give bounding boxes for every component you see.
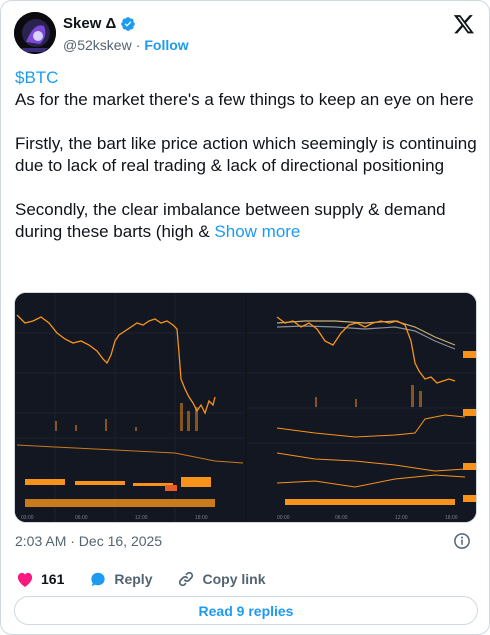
svg-text:03:00: 03:00 xyxy=(21,515,34,521)
x-logo-icon[interactable] xyxy=(453,13,475,35)
svg-text:18:00: 18:00 xyxy=(445,515,458,521)
svg-text:12:00: 12:00 xyxy=(135,515,148,521)
like-count: 161 xyxy=(41,571,65,587)
trading-chart-screenshot: 03:00 06:00 12:00 18:00 00:00 06:00 12:00 1 xyxy=(15,293,476,522)
read-replies-label: Read 9 replies xyxy=(198,602,294,619)
svg-text:00:00: 00:00 xyxy=(277,515,290,521)
copy-link-label: Copy link xyxy=(202,571,266,587)
svg-text:06:00: 06:00 xyxy=(335,515,348,521)
svg-text:18:00: 18:00 xyxy=(195,515,208,521)
svg-text:12:00: 12:00 xyxy=(395,515,408,521)
author-name-row: Skew Δ xyxy=(63,15,136,32)
tweet-paragraph-2: Firstly, the bart like price action whic… xyxy=(15,134,477,175)
author-name[interactable]: Skew Δ xyxy=(63,15,116,32)
author-handle[interactable]: @52kskew xyxy=(63,37,132,53)
reply-bubble-icon xyxy=(91,572,106,587)
heart-icon xyxy=(17,572,33,587)
svg-text:06:00: 06:00 xyxy=(75,515,88,521)
link-icon xyxy=(179,571,194,587)
handle-separator: · xyxy=(135,37,141,53)
avatar-image xyxy=(14,12,56,54)
tweet-media-chart-image[interactable]: 03:00 06:00 12:00 18:00 00:00 06:00 12:00 1 xyxy=(14,292,477,523)
cashtag-link[interactable]: $BTC xyxy=(15,68,58,87)
tweet-timestamp[interactable]: 2:03 AM · Dec 16, 2025 xyxy=(15,533,162,549)
avatar[interactable] xyxy=(14,12,56,54)
tweet-actions: 161 Reply Copy link xyxy=(15,569,290,589)
reply-label: Reply xyxy=(114,571,153,587)
like-button[interactable]: 161 xyxy=(15,569,64,589)
tweet-text: $BTC As for the market there's a few thi… xyxy=(15,67,483,243)
reply-button[interactable]: Reply xyxy=(88,569,152,589)
show-more-link[interactable]: Show more xyxy=(214,222,300,241)
tweet-line-1: As for the market there's a few things t… xyxy=(15,90,474,109)
author-handle-row: @52kskew · Follow xyxy=(63,37,189,53)
follow-button[interactable]: Follow xyxy=(144,37,188,53)
info-icon[interactable] xyxy=(453,532,471,550)
tweet-card: Skew Δ @52kskew · Follow $BTC As for the… xyxy=(0,0,490,635)
read-replies-button[interactable]: Read 9 replies xyxy=(14,596,478,625)
copy-link-button[interactable]: Copy link xyxy=(176,569,266,589)
verified-badge-icon xyxy=(121,16,136,31)
